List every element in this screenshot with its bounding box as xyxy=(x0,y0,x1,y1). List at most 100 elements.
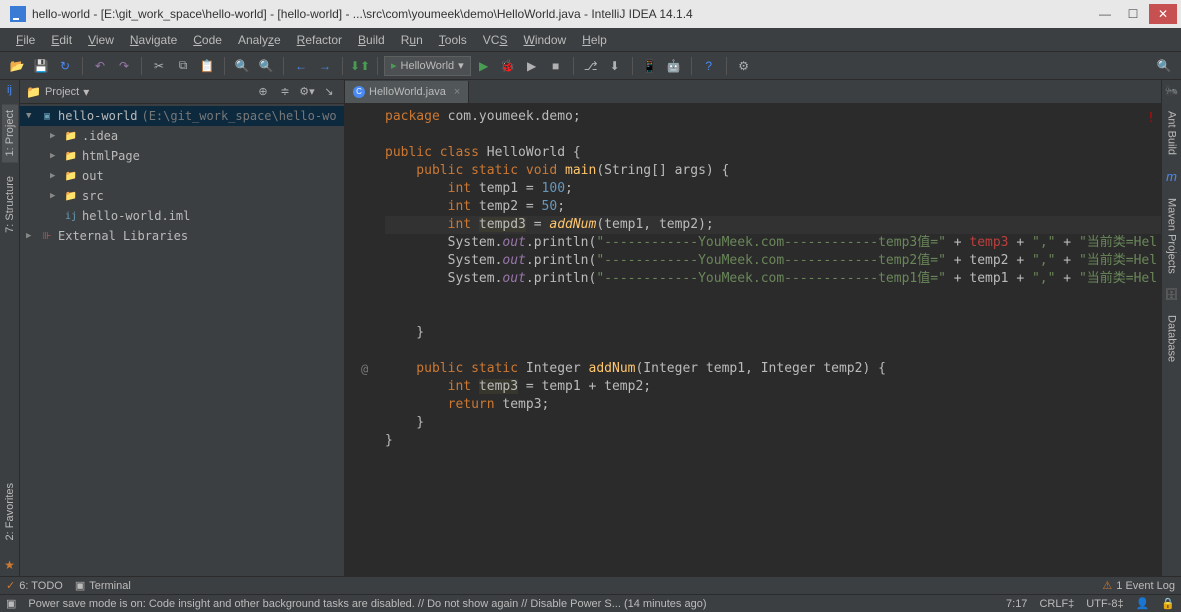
tab-label: HelloWorld.java xyxy=(369,86,446,98)
close-tab-icon[interactable]: × xyxy=(454,86,460,98)
code-text: System. xyxy=(385,235,502,250)
sdk-button[interactable]: 🤖 xyxy=(663,55,685,77)
paste-button[interactable]: 📋 xyxy=(196,55,218,77)
intellij-icon xyxy=(10,6,26,22)
favorites-tool-tab[interactable]: 2: Favorites xyxy=(2,477,18,546)
menu-view[interactable]: View xyxy=(80,31,122,49)
separator xyxy=(141,57,142,75)
code-text: + xyxy=(1055,253,1078,268)
code-text: .println( xyxy=(526,271,596,286)
menu-code[interactable]: Code xyxy=(185,31,230,49)
status-icon[interactable]: ▣ xyxy=(6,597,16,610)
back-button[interactable]: ← xyxy=(290,55,312,77)
project-tree[interactable]: ▼ ▣ hello-world (E:\git_work_space\hello… xyxy=(20,104,344,248)
update-button[interactable]: ⬇ xyxy=(604,55,626,77)
undo-button[interactable]: ↶ xyxy=(89,55,111,77)
hector-icon[interactable]: 👤 xyxy=(1136,597,1150,610)
code-editor[interactable]: ! package com.youmeek.demo; public class… xyxy=(345,104,1161,576)
hide-button[interactable]: ↘ xyxy=(320,83,338,101)
maven-icon: m xyxy=(1166,169,1177,184)
cut-button[interactable]: ✂ xyxy=(148,55,170,77)
separator xyxy=(377,57,378,75)
code-text: HelloWorld { xyxy=(479,145,581,160)
main-toolbar: 📂 💾 ↻ ↶ ↷ ✂ ⧉ 📋 🔍 🔍 ← → ⬇⬆ ▸ HelloWorld … xyxy=(0,52,1181,80)
menu-run[interactable]: Run xyxy=(393,31,431,49)
external-libraries-node[interactable]: ▶ ⊪ External Libraries xyxy=(20,226,344,246)
close-button[interactable]: ✕ xyxy=(1149,4,1177,24)
expand-arrow-icon[interactable]: ▶ xyxy=(50,151,60,161)
main-area: ij 1: Project 7: Structure 2: Favorites … xyxy=(0,80,1181,576)
project-tool-tab[interactable]: 1: Project xyxy=(2,104,18,162)
replace-button[interactable]: 🔍 xyxy=(255,55,277,77)
status-bar: ▣ Power save mode is on: Code insight an… xyxy=(0,594,1181,612)
lock-icon[interactable]: 🔒 xyxy=(1161,597,1175,610)
copy-button[interactable]: ⧉ xyxy=(172,55,194,77)
tree-node[interactable]: ▶ 📁 .idea xyxy=(20,126,344,146)
vcs-button[interactable]: ⎇ xyxy=(580,55,602,77)
error-indicator-icon[interactable]: ! xyxy=(1147,110,1155,128)
sync-button[interactable]: ↻ xyxy=(54,55,76,77)
todo-tool-button[interactable]: ✓ 6: TODO xyxy=(6,579,63,592)
menu-analyze[interactable]: Analyze xyxy=(230,31,289,49)
project-root-node[interactable]: ▼ ▣ hello-world (E:\git_work_space\hello… xyxy=(20,106,344,126)
code-text: } xyxy=(385,433,393,448)
save-button[interactable]: 💾 xyxy=(30,55,52,77)
menu-refactor[interactable]: Refactor xyxy=(289,31,350,49)
structure-button[interactable]: ⚙ xyxy=(733,55,755,77)
structure-tool-tab[interactable]: 7: Structure xyxy=(2,170,18,239)
minimize-button[interactable]: — xyxy=(1091,4,1119,24)
menu-build[interactable]: Build xyxy=(350,31,393,49)
separator xyxy=(82,57,83,75)
expand-arrow-icon[interactable]: ▶ xyxy=(50,191,60,201)
editor-tab[interactable]: C HelloWorld.java × xyxy=(345,81,469,103)
event-log-button[interactable]: ⚠ 1 Event Log xyxy=(1102,579,1175,592)
menu-edit[interactable]: Edit xyxy=(43,31,80,49)
redo-button[interactable]: ↷ xyxy=(113,55,135,77)
expand-arrow-icon[interactable]: ▶ xyxy=(26,231,36,241)
collapse-button[interactable]: ≑ xyxy=(276,83,294,101)
override-gutter-icon[interactable]: @ xyxy=(361,360,368,378)
code-str: "------------YouMeek.com------------temp… xyxy=(596,271,946,286)
terminal-label: Terminal xyxy=(89,580,131,592)
run-config-selector[interactable]: ▸ HelloWorld ▾ xyxy=(384,56,471,76)
code-text: + xyxy=(946,235,969,250)
menu-window[interactable]: Window xyxy=(515,31,574,49)
code-str: "------------YouMeek.com------------temp… xyxy=(596,235,946,250)
expand-arrow-icon[interactable]: ▶ xyxy=(50,171,60,181)
menu-navigate[interactable]: Navigate xyxy=(122,31,185,49)
debug-button[interactable]: 🐞 xyxy=(497,55,519,77)
database-tab[interactable]: Database xyxy=(1164,309,1180,368)
scroll-from-source-button[interactable]: ⊕ xyxy=(254,83,272,101)
line-separator[interactable]: CRLF‡ xyxy=(1039,598,1074,610)
menu-file[interactable]: File xyxy=(8,31,43,49)
settings-button[interactable]: ⚙▾ xyxy=(298,83,316,101)
maximize-button[interactable]: ☐ xyxy=(1119,4,1147,24)
cursor-position[interactable]: 7:17 xyxy=(1006,598,1027,610)
expand-arrow-icon[interactable]: ▶ xyxy=(50,131,60,141)
menu-vcs[interactable]: VCS xyxy=(475,31,516,49)
maven-tab[interactable]: Maven Projects xyxy=(1164,192,1180,280)
coverage-button[interactable]: ▶ xyxy=(521,55,543,77)
dropdown-arrow-icon[interactable]: ▾ xyxy=(83,85,89,99)
tree-node[interactable]: ▶ 📁 htmlPage xyxy=(20,146,344,166)
menu-tools[interactable]: Tools xyxy=(431,31,475,49)
expand-arrow-icon[interactable]: ▼ xyxy=(26,111,36,121)
menu-help[interactable]: Help xyxy=(574,31,615,49)
ant-build-tab[interactable]: Ant Build xyxy=(1164,105,1180,161)
stop-button[interactable]: ■ xyxy=(545,55,567,77)
tree-node[interactable]: ▶ 📁 src xyxy=(20,186,344,206)
terminal-tool-button[interactable]: ▣ Terminal xyxy=(75,579,131,592)
terminal-icon: ▣ xyxy=(75,579,85,592)
forward-button[interactable]: → xyxy=(314,55,336,77)
tree-node[interactable]: ij hello-world.iml xyxy=(20,206,344,226)
tree-node[interactable]: ▶ 📁 out xyxy=(20,166,344,186)
file-encoding[interactable]: UTF-8‡ xyxy=(1086,598,1123,610)
avd-button[interactable]: 📱 xyxy=(639,55,661,77)
help-button[interactable]: ? xyxy=(698,55,720,77)
search-everywhere-button[interactable]: 🔍 xyxy=(1153,55,1175,77)
run-button[interactable]: ▶ xyxy=(473,55,495,77)
separator xyxy=(726,57,727,75)
find-button[interactable]: 🔍 xyxy=(231,55,253,77)
open-file-button[interactable]: 📂 xyxy=(6,55,28,77)
make-button[interactable]: ⬇⬆ xyxy=(349,55,371,77)
